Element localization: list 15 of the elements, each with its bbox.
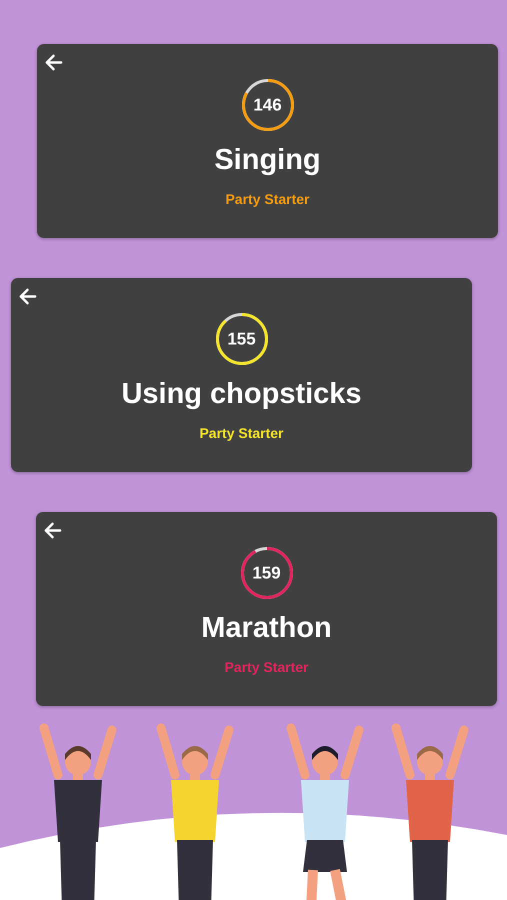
score-text: 155 <box>227 330 256 348</box>
skill-subtitle: Party Starter <box>199 425 284 441</box>
score-text: 146 <box>253 96 282 114</box>
back-arrow-icon[interactable] <box>18 287 37 306</box>
back-arrow-icon[interactable] <box>44 53 63 72</box>
skill-subtitle: Party Starter <box>225 191 310 207</box>
score-ring <box>214 312 268 366</box>
score-ring <box>240 546 294 600</box>
score-ring <box>240 78 294 132</box>
skill-title: Using chopsticks <box>121 378 362 411</box>
skill-title: Marathon <box>201 612 332 645</box>
skill-subtitle: Party Starter <box>224 659 309 675</box>
score-text: 159 <box>252 564 281 582</box>
back-arrow-icon[interactable] <box>43 521 62 540</box>
skill-title: Singing <box>214 144 321 177</box>
